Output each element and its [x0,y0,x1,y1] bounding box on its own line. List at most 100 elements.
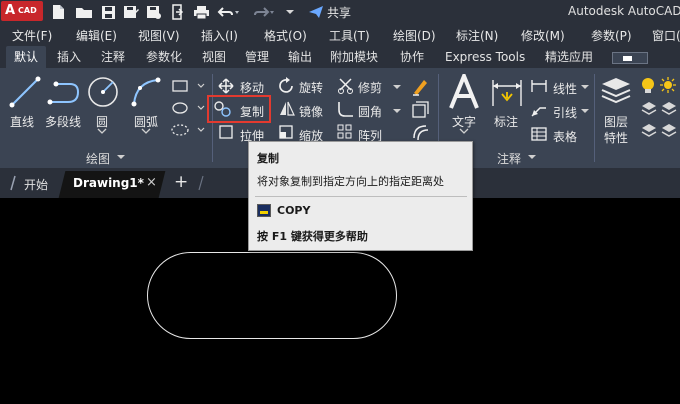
trim-icon[interactable] [337,77,355,95]
menu-dimension[interactable]: 标注(N) [456,27,498,44]
layer-properties-label-1[interactable]: 图层 [604,113,628,130]
chevron-down-icon[interactable] [392,84,402,92]
line-icon[interactable] [8,75,42,109]
layer-properties-icon[interactable] [600,76,632,106]
mirror-label[interactable]: 镜像 [299,103,323,120]
tab-manage[interactable]: 管理 [245,46,269,68]
linear-label[interactable]: 线性 [553,80,577,97]
offset-icon[interactable] [410,124,430,142]
leader-label[interactable]: 引线 [553,104,577,121]
annotation-panel-title[interactable]: 注释 [497,150,521,167]
chevron-down-icon[interactable] [527,154,537,162]
menu-tools[interactable]: 工具(T) [329,27,370,44]
undo-icon[interactable] [217,3,239,21]
menu-draw[interactable]: 绘图(D) [393,27,436,44]
tab-annotate[interactable]: 注释 [101,46,125,68]
erase-icon[interactable] [410,77,430,97]
menu-format[interactable]: 格式(O) [264,27,307,44]
rotate-label[interactable]: 旋转 [299,79,323,96]
start-tab[interactable]: 开始 [24,176,48,193]
fillet-label[interactable]: 圆角 [358,103,382,120]
polyline-icon[interactable] [46,76,82,108]
hatch-icon[interactable] [170,100,210,116]
layer-tool-icon[interactable] [640,122,658,138]
line-label[interactable]: 直线 [10,113,34,130]
chevron-down-icon[interactable] [97,128,107,136]
tab-featured-apps[interactable]: 精选应用 [545,46,593,68]
dimension-label[interactable]: 标注 [494,113,518,130]
layer-properties-label-2[interactable]: 特性 [604,129,628,146]
logo-sub: CAD [18,6,37,15]
tab-default[interactable]: 默认 [6,46,47,68]
tab-addins[interactable]: 附加模块 [330,46,378,68]
print-icon[interactable] [192,3,210,21]
move-label[interactable]: 移动 [240,79,264,96]
explode-icon[interactable] [410,100,430,120]
layer-tool-icon[interactable] [660,122,678,138]
tab-insert[interactable]: 插入 [57,46,81,68]
mirror-icon[interactable] [278,100,296,118]
copy-tooltip: 复制 将对象复制到指定方向上的指定距离处 COPY 按 F1 键获得更多帮助 [248,141,473,251]
fillet-icon[interactable] [337,100,355,118]
tab-output[interactable]: 输出 [288,46,312,68]
chevron-down-icon[interactable] [392,108,402,116]
ellipse-icon[interactable] [170,122,210,138]
tab-menu-icon[interactable] [8,174,18,192]
menu-file[interactable]: 文件(F) [12,27,52,44]
table-label[interactable]: 表格 [553,128,577,145]
menu-parametric[interactable]: 参数(P) [591,27,632,44]
text-icon[interactable] [448,74,480,110]
light-bulb-icon[interactable] [638,76,658,94]
linear-dimension-icon[interactable] [530,78,548,94]
import-icon[interactable] [170,3,186,21]
ribbon-tab-bar: 默认 插入 注释 参数化 视图 管理 输出 附加模块 协作 Express To… [0,46,680,68]
menu-view[interactable]: 视图(V) [138,27,180,44]
chevron-down-icon[interactable] [580,108,590,116]
menu-window[interactable]: 窗口( [652,27,680,44]
ribbon-display-toggle[interactable] [612,52,648,64]
panel-separator [594,74,595,162]
tab-express-tools[interactable]: Express Tools [445,46,525,68]
dimension-icon[interactable] [490,76,524,110]
menu-insert[interactable]: 插入(I) [201,27,238,44]
chevron-down-icon[interactable] [141,128,151,136]
new-file-icon[interactable] [50,3,66,21]
drawing-tab-label[interactable]: Drawing1* [73,176,144,190]
tab-collaborate[interactable]: 协作 [400,46,424,68]
trim-label[interactable]: 修剪 [358,79,382,96]
table-icon[interactable] [530,126,548,142]
new-tab-button[interactable]: + [174,172,188,192]
tooltip-help: 按 F1 键获得更多帮助 [257,230,368,243]
chevron-down-icon[interactable] [116,154,126,162]
draw-panel-title[interactable]: 绘图 [86,150,110,167]
autocad-logo[interactable]: A CAD [1,1,43,21]
save-as-icon[interactable] [122,3,140,21]
open-folder-icon[interactable] [74,3,94,21]
sun-icon[interactable] [658,76,678,94]
polyline-label[interactable]: 多段线 [45,113,81,130]
cloud-save-icon[interactable] [145,3,163,21]
slot-shape[interactable] [147,252,397,339]
tab-parametric[interactable]: 参数化 [146,46,182,68]
array-icon[interactable] [337,124,353,140]
scale-icon[interactable] [278,124,294,140]
chevron-down-icon[interactable] [459,128,469,136]
customize-quick-access-icon[interactable] [283,3,297,21]
arc-icon[interactable] [130,76,162,108]
tab-view[interactable]: 视图 [202,46,226,68]
rotate-icon[interactable] [278,77,296,95]
redo-icon[interactable] [252,3,274,21]
menu-modify[interactable]: 修改(M) [521,27,565,44]
close-icon[interactable]: × [146,175,157,190]
layer-tool-icon[interactable] [640,100,658,116]
stretch-icon[interactable] [218,124,234,140]
rectangle-icon[interactable] [170,78,210,94]
share-button[interactable]: 共享 [308,3,351,21]
menu-edit[interactable]: 编辑(E) [76,27,117,44]
move-icon[interactable] [218,78,234,94]
leader-icon[interactable] [530,102,548,118]
save-icon[interactable] [99,3,117,21]
chevron-down-icon[interactable] [580,84,590,92]
layer-tool-icon[interactable] [660,100,678,116]
circle-icon[interactable] [87,76,119,108]
